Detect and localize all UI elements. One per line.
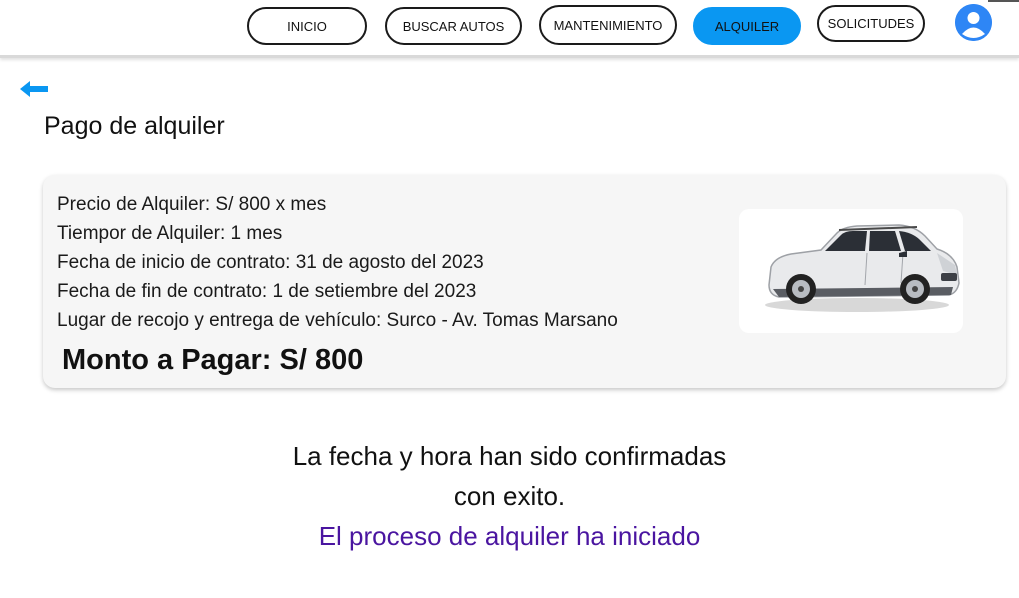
user-avatar-icon[interactable] [955,4,992,41]
amount-to-pay: Monto a Pagar: S/ 800 [62,344,364,376]
rental-summary-card: Precio de Alquiler: S/ 800 x mes Tiempor… [43,175,1006,388]
confirmation-line-1: La fecha y hora han sido confirmadas [292,441,727,471]
rental-location: Lugar de recojo y entrega de vehículo: S… [57,310,618,331]
arrow-left-icon[interactable] [20,80,50,98]
confirmation-process-started: El proceso de alquiler ha iniciado [318,521,701,551]
nav-solicitudes-button[interactable]: SOLICITUDES [817,5,925,42]
car-image [739,209,963,333]
top-navigation-bar: INICIO BUSCAR AUTOS MANTENIMIENTO ALQUIL… [0,0,1019,58]
nav-buscar-autos-button[interactable]: BUSCAR AUTOS [385,7,522,45]
nav-alquiler-button[interactable]: ALQUILER [693,7,801,45]
rental-end-date: Fecha de fin de contrato: 1 de setiembre… [57,281,477,302]
rental-start-date: Fecha de inicio de contrato: 31 de agost… [57,252,484,273]
rental-price: Precio de Alquiler: S/ 800 x mes [57,194,327,215]
top-right-divider [988,0,1019,2]
page-title: Pago de alquiler [44,112,225,140]
nav-mantenimiento-button[interactable]: MANTENIMIENTO [539,5,677,45]
rental-duration: Tiempor de Alquiler: 1 mes [57,223,283,244]
confirmation-line-2: con exito. [453,481,566,511]
nav-inicio-button[interactable]: INICIO [247,7,367,45]
